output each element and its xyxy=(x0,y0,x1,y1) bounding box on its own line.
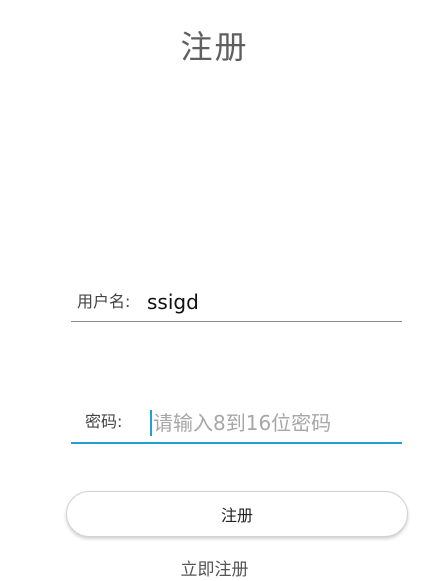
password-label: 密码: xyxy=(85,412,123,431)
register-button[interactable]: 注册 xyxy=(66,491,408,537)
password-input[interactable] xyxy=(153,411,402,442)
username-label: 用户名: xyxy=(77,292,131,311)
username-input[interactable] xyxy=(147,290,402,321)
register-now-link[interactable]: 立即注册 xyxy=(0,555,429,580)
username-field-row: 用户名: xyxy=(71,284,402,322)
page-title: 注册 xyxy=(180,28,249,66)
text-cursor xyxy=(150,410,152,436)
password-field-row: 密码: xyxy=(71,402,402,444)
